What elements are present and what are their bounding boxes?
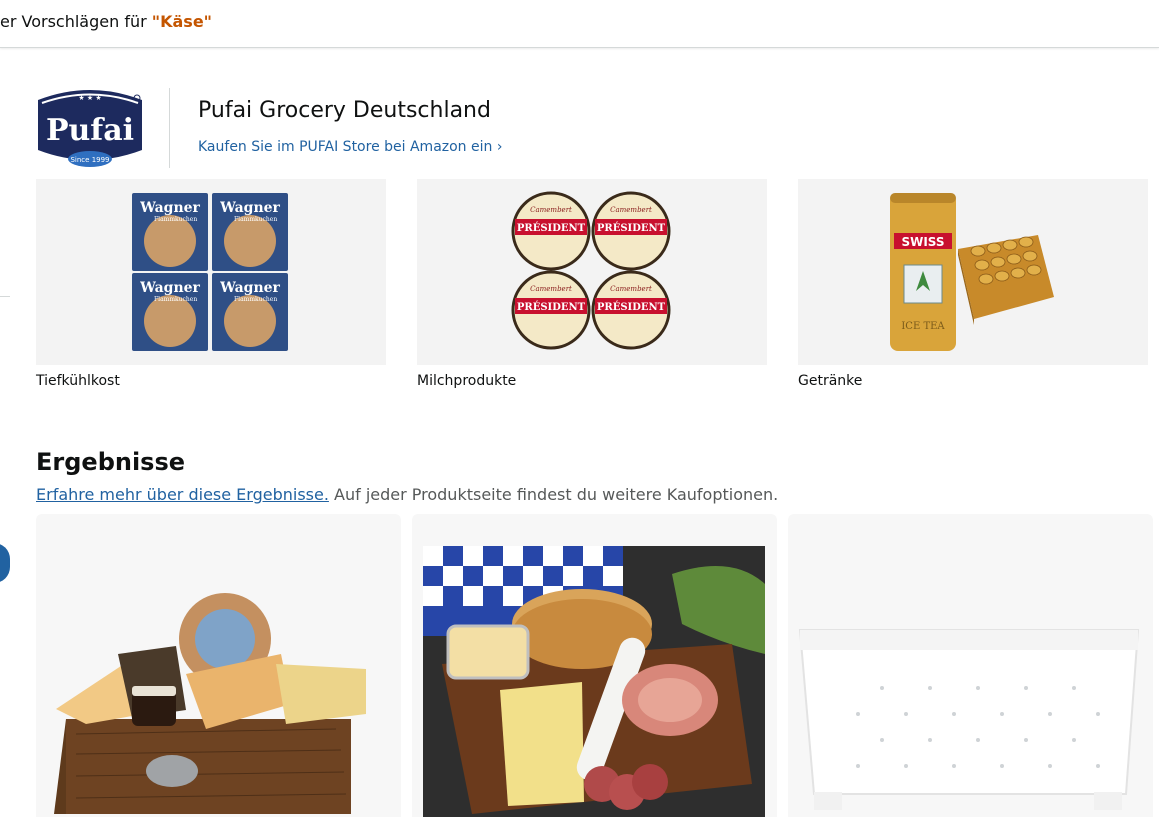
results-info-text: Auf jeder Produktseite findest du weiter… [328,485,779,504]
category-label[interactable]: Milchprodukte [417,373,516,389]
svg-text:PRÉSIDENT: PRÉSIDENT [597,301,666,313]
svg-text:Camembert: Camembert [530,285,572,293]
category-image[interactable]: PRÉSIDENT PRÉSIDENT PRÉSIDENT PRÉSIDENT … [417,179,767,365]
svg-text:Wagner: Wagner [139,280,200,296]
svg-text:Flammkuchen: Flammkuchen [234,216,277,223]
product-card[interactable] [36,514,401,817]
svg-text:Wagner: Wagner [219,200,280,216]
ice-tea-text: ICE TEA [901,321,945,332]
category-tile-drinks[interactable]: SWISS ICE TEA Getränke [798,179,1148,389]
left-divider [0,296,10,297]
brand-divider [169,88,170,168]
results-subtitle: Erfahre mehr über diese Ergebnisse. Auf … [36,485,778,504]
product-image[interactable] [788,514,1153,817]
category-image[interactable]: Wagner Wagner Wagner Wagner Flammkuchen … [36,179,386,365]
svg-text:Camembert: Camembert [610,285,652,293]
brand-logo[interactable]: ★ ★ ★ Pufai Since 1999 [36,88,144,170]
svg-text:Camembert: Camembert [530,206,572,214]
category-image[interactable]: SWISS ICE TEA [798,179,1148,365]
svg-text:Flammkuchen: Flammkuchen [154,216,197,223]
category-label[interactable]: Tiefkühlkost [36,373,120,389]
product-image[interactable] [36,514,401,817]
svg-text:Flammkuchen: Flammkuchen [154,296,197,303]
suggestion-prefix: er Vorschlägen für [0,12,152,31]
carousel-prev-button[interactable] [0,543,10,583]
president-text: PRÉSIDENT [517,222,586,234]
results-info-link[interactable]: Erfahre mehr über diese Ergebnisse. [36,485,329,504]
brand-name: Pufai Grocery Deutschland [198,98,491,123]
suggestion-text: er Vorschlägen für "Käse" [0,12,212,31]
category-label[interactable]: Getränke [798,373,862,389]
svg-text:★ ★ ★: ★ ★ ★ [78,94,101,102]
wagner-text: Wagner [139,200,200,216]
swiss-text: SWISS [901,235,944,249]
product-card[interactable] [412,514,777,817]
svg-text:PRÉSIDENT: PRÉSIDENT [517,301,586,313]
category-tile-dairy[interactable]: PRÉSIDENT PRÉSIDENT PRÉSIDENT PRÉSIDENT … [417,179,767,389]
category-tile-frozen[interactable]: Wagner Wagner Wagner Wagner Flammkuchen … [36,179,386,389]
logo-since: Since 1999 [70,156,109,164]
product-card[interactable] [788,514,1153,817]
product-image[interactable] [412,514,777,817]
svg-text:PRÉSIDENT: PRÉSIDENT [597,222,666,234]
svg-text:Camembert: Camembert [610,206,652,214]
svg-text:Wagner: Wagner [219,280,280,296]
suggestion-query[interactable]: "Käse" [152,12,212,31]
search-suggestion-bar: er Vorschlägen für "Käse" [0,0,1159,48]
results-heading: Ergebnisse [36,448,186,476]
svg-text:Flammkuchen: Flammkuchen [234,296,277,303]
brand-store-link[interactable]: Kaufen Sie im PUFAI Store bei Amazon ein… [198,139,502,155]
logo-text: Pufai [46,113,134,148]
